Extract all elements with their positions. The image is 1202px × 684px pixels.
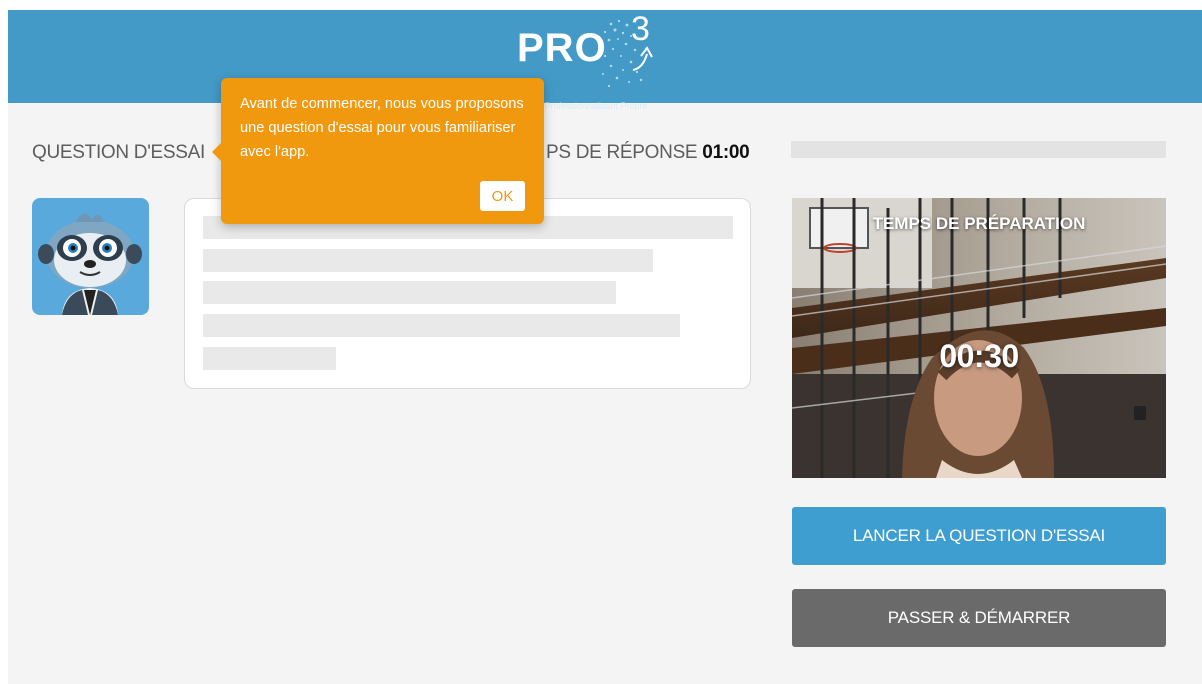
question-text-placeholder: [203, 249, 653, 272]
progress-placeholder: [791, 141, 1166, 158]
logo-tagline: e Professionnalisant Propre: [537, 101, 648, 111]
app-frame: PRO 3 e Professionnalisant Propre QUESTI…: [8, 10, 1202, 684]
skip-and-start-button[interactable]: PASSER & DÉMARRER: [792, 589, 1166, 647]
question-card: [184, 198, 751, 389]
meerkat-mascot-icon: [32, 198, 149, 315]
logo-text: PRO: [517, 26, 607, 70]
camera-preview: TEMPS DE PRÉPARATION 00:30: [792, 198, 1166, 478]
question-title: QUESTION D'ESSAI: [32, 142, 206, 163]
question-text-placeholder: [203, 281, 616, 304]
response-time-value: 01:00: [702, 142, 750, 163]
logo-arrow-icon: [632, 46, 653, 71]
launch-trial-question-button[interactable]: LANCER LA QUESTION D'ESSAI: [792, 507, 1166, 565]
tooltip-ok-button[interactable]: OK: [480, 181, 525, 211]
question-text-placeholder: [203, 347, 336, 370]
preparation-time-label: TEMPS DE PRÉPARATION: [872, 214, 1086, 233]
response-time-label: PS DE RÉPONSE: [546, 142, 698, 163]
question-label: QUESTION D'ESSAI: [32, 142, 205, 164]
tooltip-arrow: [212, 142, 222, 162]
onboarding-tooltip: Avant de commencer, nous vous proposons …: [212, 78, 544, 224]
header-bar: PRO 3 e Professionnalisant Propre: [8, 10, 1202, 111]
response-time: PS DE RÉPONSE 01:00: [546, 142, 750, 164]
preparation-timer: 00:30: [939, 338, 1019, 374]
tooltip-message: Avant de commencer, nous vous proposons …: [240, 96, 524, 160]
question-text-placeholder: [203, 314, 680, 337]
